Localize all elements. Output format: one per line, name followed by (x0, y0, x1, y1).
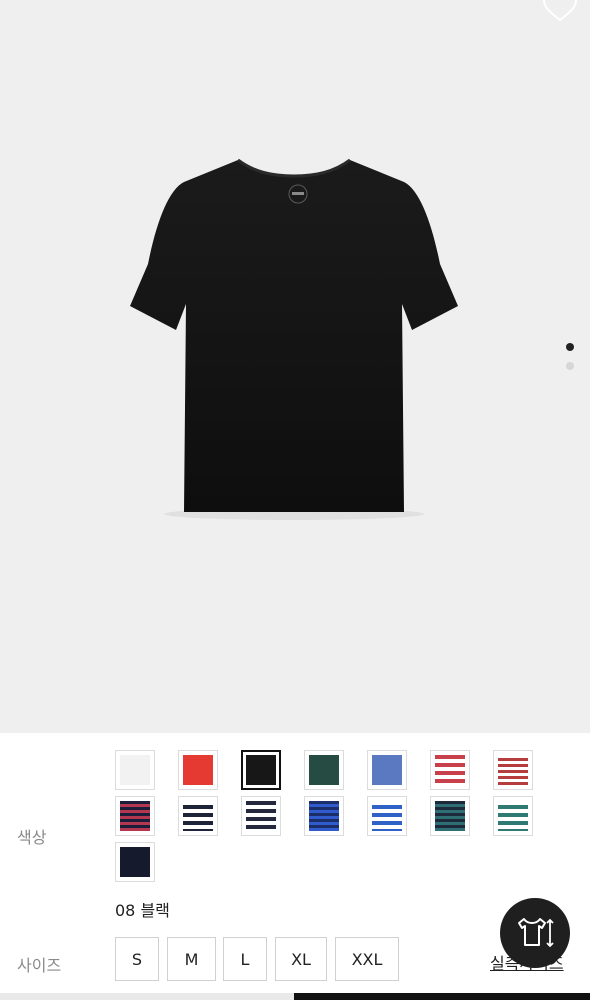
black-tshirt-image (130, 158, 458, 520)
color-swatch-navy-red-stripe[interactable] (115, 796, 155, 836)
size-label: 사이즈 (17, 956, 62, 975)
size-button-l[interactable]: L (223, 937, 267, 981)
swatch-fill (372, 801, 402, 831)
swatch-fill (435, 755, 465, 785)
pagination-dot[interactable] (566, 362, 574, 370)
color-swatch-white[interactable] (115, 750, 155, 790)
swatch-fill (120, 801, 150, 831)
bottom-bar (0, 989, 590, 1000)
swatch-fill (246, 755, 276, 785)
color-label: 색상 (17, 828, 47, 847)
size-button-xl[interactable]: XL (275, 937, 327, 981)
color-swatch-red[interactable] (178, 750, 218, 790)
size-button-xxl[interactable]: XXL (335, 937, 399, 981)
size-button-m[interactable]: M (167, 937, 216, 981)
swatch-fill (246, 801, 276, 831)
swatch-fill (120, 755, 150, 785)
color-swatch-navy-white-stripe[interactable] (241, 796, 281, 836)
color-swatch-navy[interactable] (115, 842, 155, 882)
color-swatch-white-blue-stripe[interactable] (367, 796, 407, 836)
color-swatch-navy-blue-stripe[interactable] (304, 796, 344, 836)
pagination-dot-active[interactable] (566, 343, 574, 351)
swatch-fill (309, 801, 339, 831)
color-swatch-dark-green[interactable] (304, 750, 344, 790)
size-button-s[interactable]: S (115, 937, 159, 981)
color-swatch-white-teal-stripe[interactable] (493, 796, 533, 836)
swatch-fill (498, 755, 528, 785)
swatch-fill (309, 755, 339, 785)
swatch-fill (183, 801, 213, 831)
color-swatch-black[interactable] (241, 750, 281, 790)
color-swatch-navy-teal-stripe[interactable] (430, 796, 470, 836)
color-swatch-white-red-stripe[interactable] (493, 750, 533, 790)
product-image-area[interactable] (0, 0, 590, 733)
swatch-fill (435, 801, 465, 831)
heart-icon[interactable] (542, 0, 578, 22)
color-swatch-blue[interactable] (367, 750, 407, 790)
selected-color-name: 08 블랙 (115, 901, 170, 920)
swatch-fill (498, 801, 528, 831)
tshirt-compare-icon (518, 918, 554, 948)
image-pagination[interactable] (566, 343, 574, 381)
size-compare-button[interactable] (500, 898, 570, 968)
color-swatch-white-navy-stripe[interactable] (178, 796, 218, 836)
swatch-fill (372, 755, 402, 785)
swatch-fill (183, 755, 213, 785)
color-swatch-red-white-stripe[interactable] (430, 750, 470, 790)
swatch-fill (120, 847, 150, 877)
